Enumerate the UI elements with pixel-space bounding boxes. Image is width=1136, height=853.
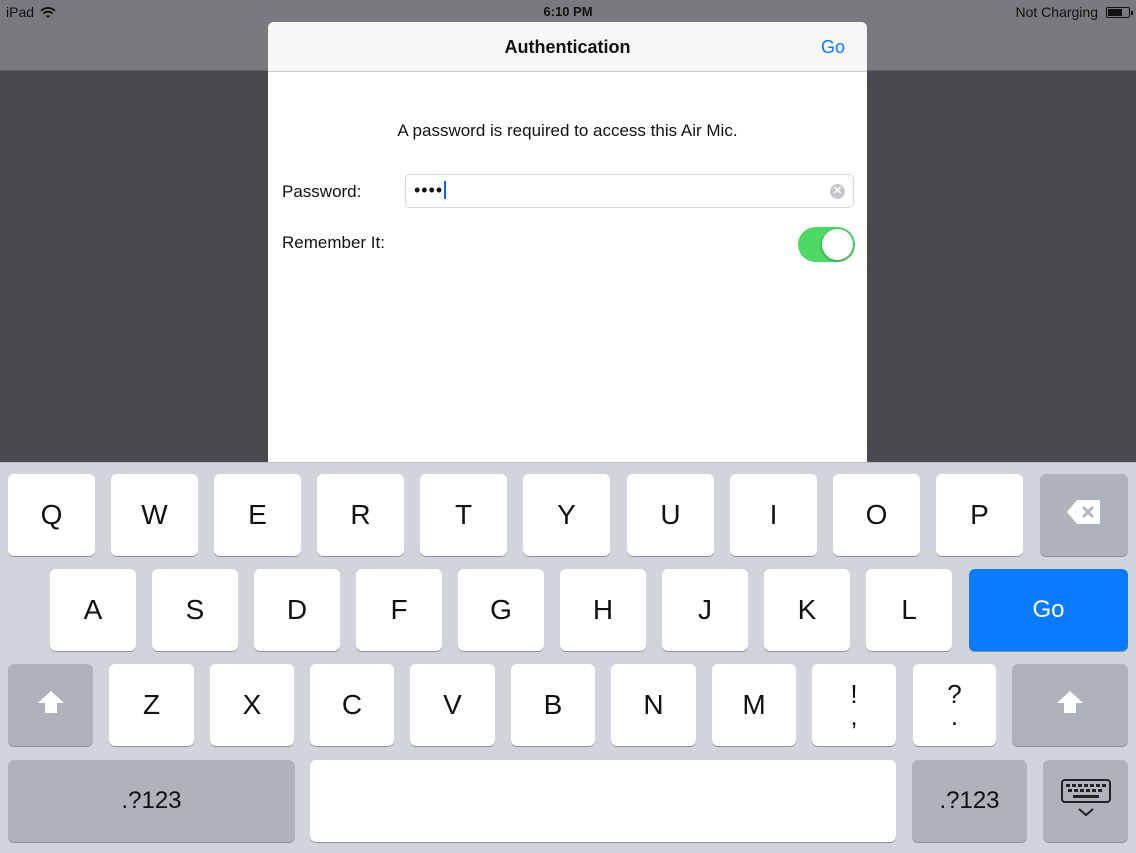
password-label: Password: [282,182,362,201]
password-required-message: A password is required to access this Ai… [397,121,738,140]
key-i[interactable]: I [730,474,817,556]
key-j[interactable]: J [662,569,748,651]
status-bar: iPad 6:10 PM Not Charging [0,0,1136,24]
key-g[interactable]: G [458,569,544,651]
key-f[interactable]: F [356,569,442,651]
battery-icon [1106,6,1133,18]
key-r[interactable]: R [317,474,404,556]
dialog-title: Authentication [504,37,631,57]
key-e[interactable]: E [214,474,301,556]
key-p[interactable]: P [936,474,1023,556]
key-z[interactable]: Z [109,664,194,746]
toggle-knob [822,229,853,260]
key-u[interactable]: U [627,474,714,556]
key-n[interactable]: N [611,664,696,746]
remember-toggle[interactable] [798,227,855,262]
keyboard-dismiss-icon [1059,778,1113,825]
space-bar[interactable] [310,760,896,842]
delete-key[interactable] [1040,474,1128,556]
clear-text-icon[interactable]: ✕ [830,184,845,199]
text-caret [444,181,447,199]
key-o[interactable]: O [833,474,920,556]
key-b[interactable]: B [511,664,595,746]
key-h[interactable]: H [560,569,646,651]
key-m[interactable]: M [712,664,796,746]
authentication-dialog: Authentication Go A password is required… [268,22,867,462]
key-w[interactable]: W [111,474,198,556]
key-s[interactable]: S [152,569,238,651]
password-field[interactable]: •••• ✕ [405,174,854,208]
dialog-header: Authentication Go [268,22,867,72]
keyboard-go-key[interactable]: Go [969,569,1128,651]
dismiss-keyboard-key[interactable] [1043,760,1128,842]
shift-icon [1055,689,1085,722]
password-value: •••• [414,180,444,200]
remember-label: Remember It: [282,233,385,252]
key-t[interactable]: T [420,474,507,556]
key-d[interactable]: D [254,569,340,651]
key-a[interactable]: A [50,569,136,651]
shift-icon [36,689,66,722]
shift-key-left[interactable] [8,664,93,746]
key-l[interactable]: L [866,569,952,651]
status-time: 6:10 PM [543,4,593,19]
numbers-key-left[interactable]: .?123 [8,760,295,842]
charging-status: Not Charging [1015,4,1099,20]
key-y[interactable]: Y [523,474,610,556]
key-question-period[interactable]: ? . [913,664,996,746]
on-screen-keyboard: Q W E R T Y U I O P A S D F G H J K L Go… [0,462,1136,853]
numbers-key-right[interactable]: .?123 [912,760,1027,842]
backspace-icon [1066,499,1102,532]
key-symbol-comma: , [850,701,858,731]
shift-key-right[interactable] [1012,664,1128,746]
key-k[interactable]: K [764,569,850,651]
key-exclamation-comma[interactable]: ! , [812,664,896,746]
key-v[interactable]: V [410,664,495,746]
key-q[interactable]: Q [8,474,95,556]
key-c[interactable]: C [310,664,394,746]
key-x[interactable]: X [210,664,294,746]
key-symbol-period: . [950,701,959,731]
go-button[interactable]: Go [821,37,845,58]
